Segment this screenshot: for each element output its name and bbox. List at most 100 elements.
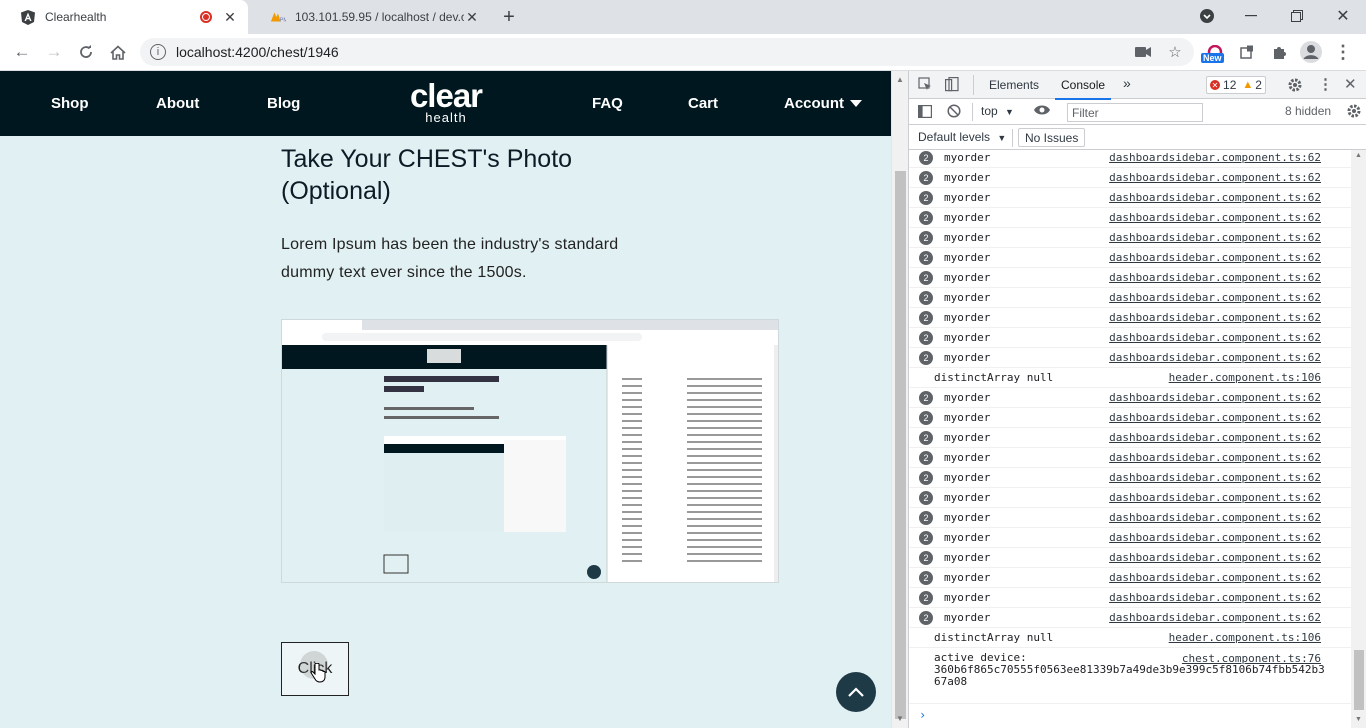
log-source-link[interactable]: dashboardsidebar.component.ts:62 — [1109, 231, 1321, 244]
close-tab-icon[interactable]: ✕ — [464, 9, 480, 25]
settings-gear-icon[interactable] — [1287, 77, 1303, 93]
warning-icon: ▲ — [1242, 79, 1254, 91]
log-source-link[interactable]: dashboardsidebar.component.ts:62 — [1109, 591, 1321, 604]
account-caret-icon[interactable] — [850, 100, 862, 107]
more-tabs-icon[interactable]: » — [1123, 75, 1131, 91]
log-source-link[interactable]: header.component.ts:106 — [1169, 371, 1321, 384]
context-selector[interactable]: top ▼ — [981, 104, 1014, 118]
log-source-link[interactable]: dashboardsidebar.component.ts:62 — [1109, 411, 1321, 424]
log-source-link[interactable]: dashboardsidebar.component.ts:62 — [1109, 151, 1321, 164]
log-source-link[interactable]: dashboardsidebar.component.ts:62 — [1109, 491, 1321, 504]
camera-icon[interactable] — [1131, 40, 1155, 64]
live-expression-eye-icon[interactable] — [1033, 103, 1051, 117]
close-devtools-icon[interactable]: ✕ — [1344, 75, 1357, 93]
nav-blog[interactable]: Blog — [267, 95, 300, 112]
log-message: distinctArray null — [934, 371, 1054, 384]
console-scrollbar-thumb[interactable] — [1354, 650, 1364, 710]
log-source-link[interactable]: dashboardsidebar.component.ts:62 — [1109, 391, 1321, 404]
home-icon[interactable] — [106, 40, 130, 64]
scroll-down-arrow-icon[interactable]: ▼ — [896, 714, 904, 723]
tab-elements[interactable]: Elements — [989, 78, 1039, 92]
log-source-link[interactable]: dashboardsidebar.component.ts:62 — [1109, 291, 1321, 304]
log-source-link[interactable]: dashboardsidebar.component.ts:62 — [1109, 251, 1321, 264]
extension-new-icon[interactable]: New — [1201, 40, 1227, 64]
log-source-link[interactable]: dashboardsidebar.component.ts:62 — [1109, 471, 1321, 484]
log-source-link[interactable]: dashboardsidebar.component.ts:62 — [1109, 451, 1321, 464]
tab-phpmyadmin[interactable]: PMA 103.101.59.95 / localhost / dev.cl ✕ — [250, 0, 490, 34]
devtools-menu-icon[interactable]: ⋮ — [1318, 75, 1333, 93]
repeat-count-badge: 2 — [919, 310, 933, 325]
log-message: myorder — [944, 311, 991, 324]
console-filter-input[interactable]: Filter — [1067, 103, 1203, 122]
log-source-link[interactable]: dashboardsidebar.component.ts:62 — [1109, 431, 1321, 444]
repeat-count-badge: 2 — [919, 550, 933, 565]
log-source-link[interactable]: header.component.ts:106 — [1169, 631, 1321, 644]
clear-console-icon[interactable] — [947, 104, 961, 118]
browser-menu-icon[interactable]: ⋮ — [1331, 40, 1355, 64]
repeat-count-badge: 2 — [919, 510, 933, 525]
console-scrollbar[interactable]: ▲ ▼ — [1351, 150, 1366, 728]
sidebar-toggle-icon[interactable] — [918, 105, 932, 118]
divider — [972, 103, 973, 121]
restore-icon[interactable] — [1285, 4, 1309, 28]
console-prompt-icon[interactable]: › — [919, 708, 926, 722]
forward-icon[interactable]: → — [42, 40, 66, 64]
log-source-link[interactable]: dashboardsidebar.component.ts:62 — [1109, 331, 1321, 344]
page-scrollbar[interactable]: ▲ ▼ — [891, 71, 908, 728]
browser-toolbar: ← → i localhost:4200/chest/1946 ☆ New ⋮ — [0, 34, 1366, 71]
site-info-icon[interactable]: i — [150, 44, 166, 60]
nav-faq[interactable]: FAQ — [592, 95, 623, 112]
profile-avatar-icon[interactable] — [1299, 40, 1323, 64]
inspect-element-icon[interactable] — [918, 77, 932, 91]
extension-icon-2[interactable] — [1235, 40, 1259, 64]
site-logo[interactable]: clear health — [401, 79, 491, 125]
close-tab-icon[interactable]: ✕ — [222, 9, 238, 25]
reload-icon[interactable] — [74, 40, 98, 64]
tab-clearhealth[interactable]: Clearhealth ✕ — [0, 0, 248, 34]
nav-shop[interactable]: Shop — [51, 95, 89, 112]
log-source-link[interactable]: dashboardsidebar.component.ts:62 — [1109, 311, 1321, 324]
issues-button[interactable]: No Issues — [1018, 128, 1086, 147]
log-source-link[interactable]: dashboardsidebar.component.ts:62 — [1109, 571, 1321, 584]
issue-counts[interactable]: ✕ 12 ▲ 2 — [1206, 76, 1266, 94]
nav-about[interactable]: About — [156, 95, 199, 112]
minimize-icon[interactable] — [1239, 4, 1263, 28]
log-source-link[interactable]: dashboardsidebar.component.ts:62 — [1109, 511, 1321, 524]
device-toolbar-icon[interactable] — [945, 77, 959, 92]
new-tab-button[interactable]: + — [498, 6, 520, 28]
log-source-link[interactable]: dashboardsidebar.component.ts:62 — [1109, 191, 1321, 204]
back-icon[interactable]: ← — [10, 40, 34, 64]
hidden-count: 8 hidden — [1285, 104, 1332, 118]
log-source-link[interactable]: dashboardsidebar.component.ts:62 — [1109, 271, 1321, 284]
nav-account[interactable]: Account — [784, 95, 844, 112]
log-source-link[interactable]: dashboardsidebar.component.ts:62 — [1109, 351, 1321, 364]
console-settings-gear-icon[interactable] — [1346, 103, 1362, 119]
log-message: myorder — [944, 451, 991, 464]
bookmark-star-icon[interactable]: ☆ — [1163, 40, 1187, 64]
tab-search-icon[interactable] — [1195, 4, 1219, 28]
scroll-to-top-button[interactable] — [836, 672, 876, 712]
svg-text:PMA: PMA — [280, 17, 286, 23]
log-message: myorder — [944, 591, 991, 604]
address-bar[interactable]: i localhost:4200/chest/1946 — [140, 38, 1194, 66]
page-scrollbar-thumb[interactable] — [895, 171, 906, 719]
log-source-link[interactable]: dashboardsidebar.component.ts:62 — [1109, 531, 1321, 544]
scroll-up-arrow-icon[interactable]: ▲ — [1355, 152, 1362, 159]
log-source-link[interactable]: dashboardsidebar.component.ts:62 — [1109, 551, 1321, 564]
log-levels-dropdown[interactable]: Default levels ▼ — [918, 130, 1006, 144]
scroll-up-arrow-icon[interactable]: ▲ — [896, 75, 904, 84]
phpmyadmin-icon: PMA — [270, 9, 286, 25]
log-source-link[interactable]: chest.component.ts:76 — [1182, 652, 1321, 665]
tab-console[interactable]: Console — [1054, 78, 1112, 100]
log-source-link[interactable]: dashboardsidebar.component.ts:62 — [1109, 171, 1321, 184]
log-source-link[interactable]: dashboardsidebar.component.ts:62 — [1109, 211, 1321, 224]
context-label: top — [981, 104, 998, 118]
scroll-down-arrow-icon[interactable]: ▼ — [1355, 716, 1362, 723]
log-message: myorder — [944, 431, 991, 444]
extensions-puzzle-icon[interactable] — [1267, 40, 1291, 64]
log-source-link[interactable]: dashboardsidebar.component.ts:62 — [1109, 611, 1321, 624]
nav-cart[interactable]: Cart — [688, 95, 718, 112]
log-message: myorder — [944, 251, 991, 264]
close-window-icon[interactable]: ✕ — [1331, 4, 1355, 28]
console-log-row: 2 myorder dashboardsidebar.component.ts:62 — [909, 328, 1351, 348]
